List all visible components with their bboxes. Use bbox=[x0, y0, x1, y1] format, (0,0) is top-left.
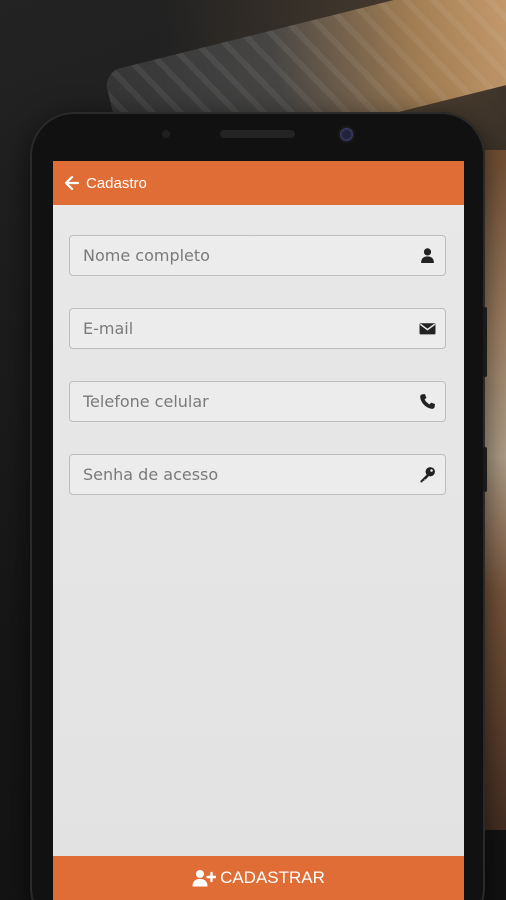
app-screen: Cadastro Nome completo E-mail Telefone c… bbox=[53, 161, 464, 900]
password-field bbox=[69, 454, 446, 495]
password-input[interactable] bbox=[70, 455, 413, 494]
full-name-input[interactable] bbox=[70, 236, 413, 275]
user-plus-icon bbox=[192, 870, 217, 887]
proximity-sensor bbox=[162, 130, 170, 138]
registration-form bbox=[69, 235, 446, 527]
envelope-icon bbox=[419, 323, 436, 335]
email-input[interactable] bbox=[70, 309, 413, 348]
email-field bbox=[69, 308, 446, 349]
power-button bbox=[483, 447, 487, 492]
earpiece-speaker bbox=[220, 130, 295, 138]
back-button[interactable] bbox=[60, 171, 84, 195]
full-name-field bbox=[69, 235, 446, 276]
phone-field bbox=[69, 381, 446, 422]
user-icon bbox=[421, 248, 434, 263]
arrow-left-icon bbox=[65, 176, 79, 190]
register-button-label: CADASTRAR bbox=[220, 868, 325, 887]
front-camera bbox=[340, 128, 353, 141]
volume-button bbox=[483, 307, 487, 377]
phone-icon bbox=[420, 394, 435, 409]
phone-input[interactable] bbox=[70, 382, 413, 421]
register-button[interactable]: CADASTRAR bbox=[53, 856, 464, 900]
key-icon bbox=[420, 467, 435, 483]
app-bar: Cadastro bbox=[53, 161, 464, 205]
page-title: Cadastro bbox=[86, 174, 147, 192]
